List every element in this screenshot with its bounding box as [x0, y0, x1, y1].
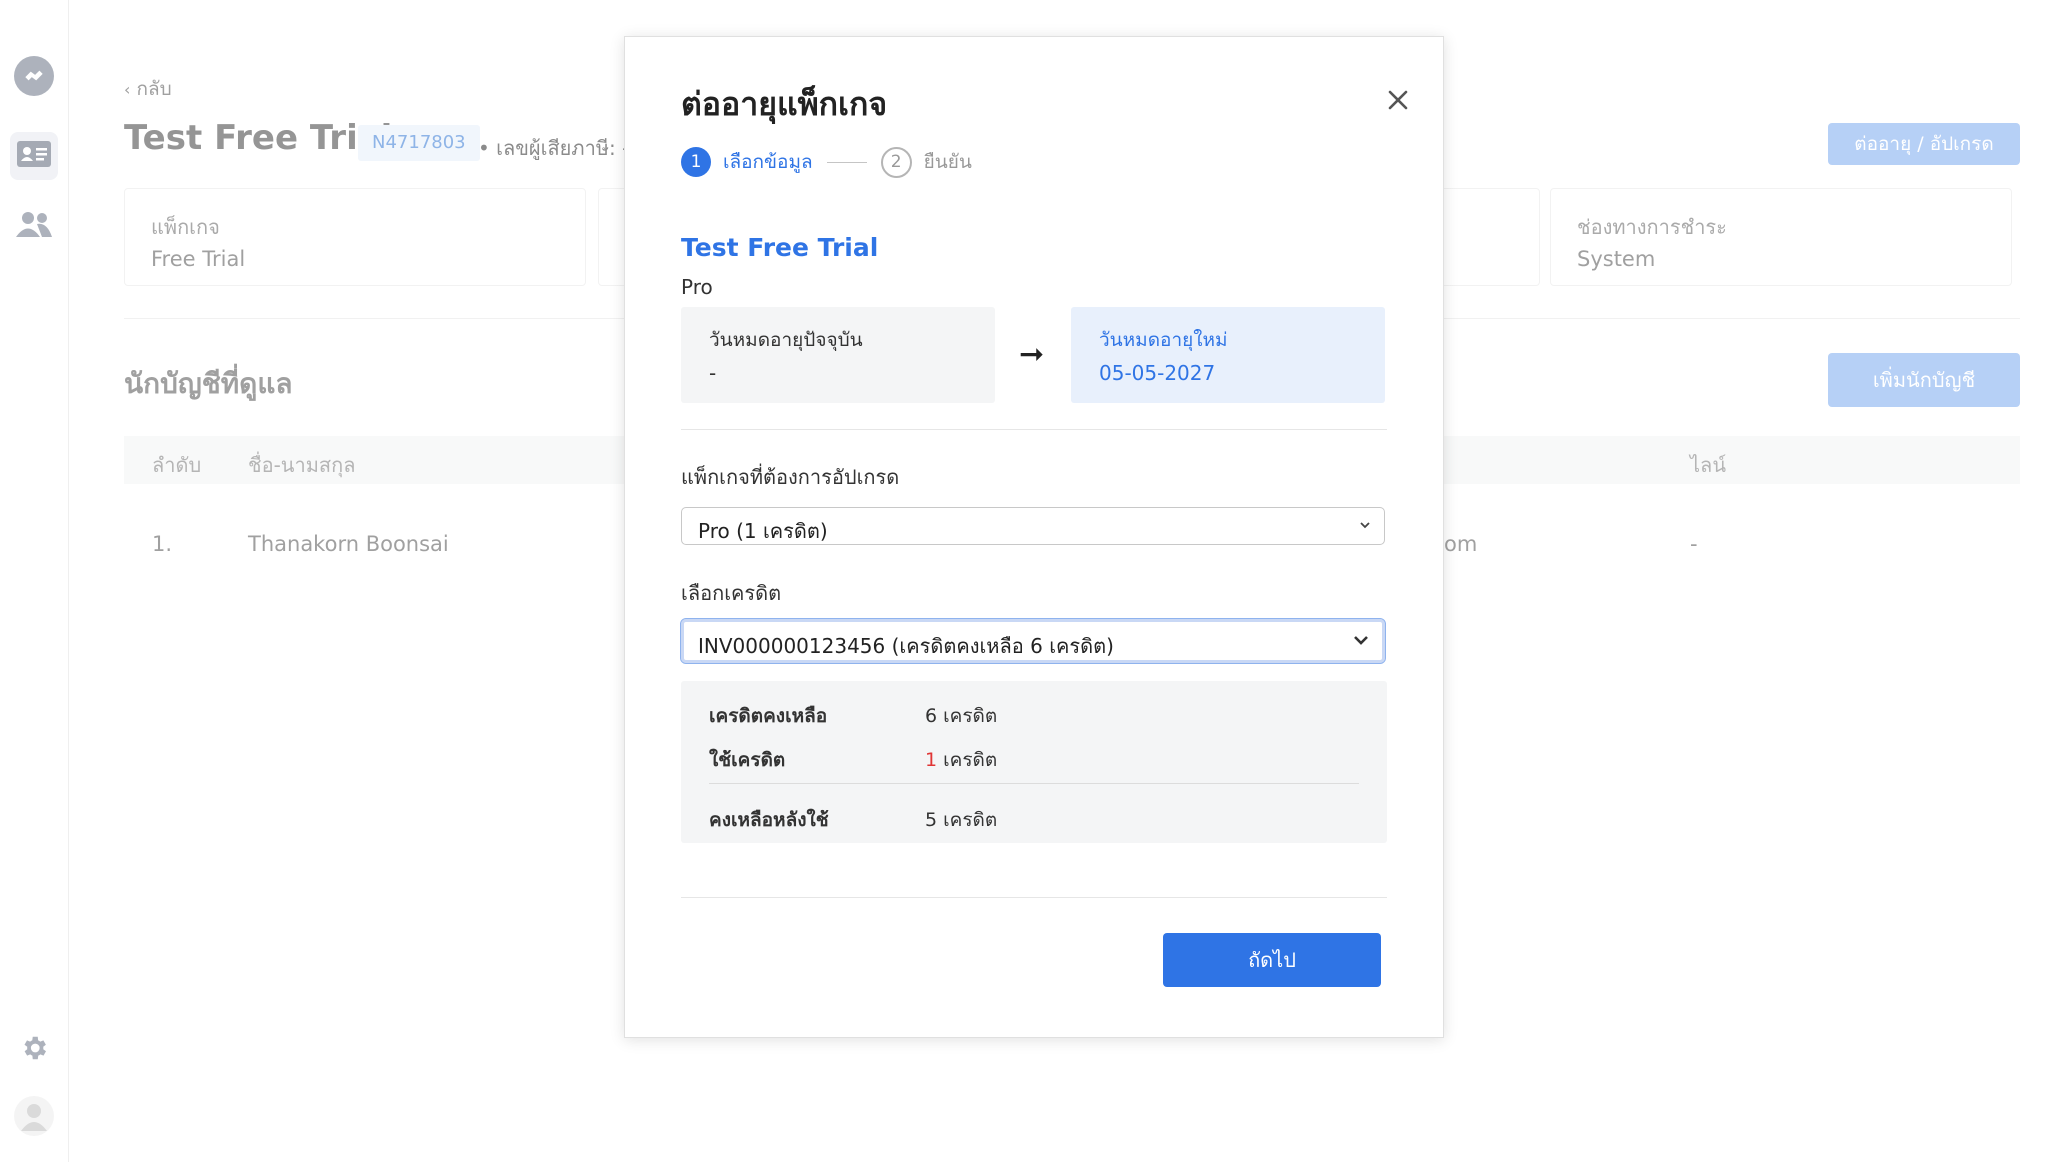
chevron-down-icon: [1352, 631, 1370, 653]
step-2-number: 2: [880, 146, 912, 178]
remaining-credit-value: 6 เครดิต: [925, 705, 998, 727]
step-connector: [826, 161, 867, 163]
credit-summary-panel: เครดิตคงเหลือ 6 เครดิต ใช้เครดิต 1 เครดิ…: [681, 681, 1387, 843]
after-use-value: 5 เครดิต: [925, 809, 998, 831]
use-credit-number: 1: [925, 749, 938, 771]
upgrade-package-label: แพ็กเกจที่ต้องการอัปเกรด: [681, 465, 900, 489]
stepper: 1 เลือกข้อมูล 2 ยืนยัน: [681, 145, 972, 179]
use-credit-unit: เครดิต: [943, 749, 998, 771]
new-expiry-box: วันหมดอายุใหม่ 05-05-2027: [1071, 307, 1385, 403]
step-1-number: 1: [681, 147, 711, 177]
current-expiry-box: วันหมดอายุปัจจุบัน -: [681, 307, 995, 403]
package-name: Test Free Trial: [681, 233, 879, 262]
upgrade-package-value: Pro (1 เครดิต): [698, 519, 828, 543]
current-expiry-label: วันหมดอายุปัจจุบัน: [709, 329, 863, 351]
new-expiry-label: วันหมดอายุใหม่: [1099, 329, 1228, 351]
use-credit-label: ใช้เครดิต: [709, 749, 786, 771]
package-tier: Pro: [681, 275, 713, 299]
modal-footer-divider: [681, 897, 1387, 898]
modal-divider: [681, 429, 1387, 430]
modal-title: ต่ออายุแพ็กเกจ: [681, 85, 888, 123]
renew-package-modal: ต่ออายุแพ็กเกจ 1 เลือกข้อมูล 2 ยืนยัน Te…: [624, 36, 1444, 1038]
credit-summary-divider: [709, 783, 1359, 784]
arrow-right-icon: ➞: [1019, 337, 1045, 372]
credit-select-value: INV000000123456 (เครดิตคงเหลือ 6 เครดิต): [698, 634, 1114, 658]
close-icon: [1387, 89, 1409, 115]
chevron-down-icon: [1358, 514, 1372, 540]
remaining-credit-label: เครดิตคงเหลือ: [709, 705, 828, 727]
upgrade-package-select[interactable]: Pro (1 เครดิต): [681, 507, 1385, 545]
step-2-label: ยืนยัน: [923, 151, 972, 173]
current-expiry-value: -: [709, 361, 717, 385]
step-1-label: เลือกข้อมูล: [723, 151, 813, 173]
use-credit-value: 1 เครดิต: [925, 745, 997, 775]
credit-select[interactable]: INV000000123456 (เครดิตคงเหลือ 6 เครดิต): [680, 618, 1386, 664]
close-button[interactable]: [1381, 85, 1415, 119]
new-expiry-value: 05-05-2027: [1099, 361, 1216, 385]
after-use-label: คงเหลือหลังใช้: [709, 809, 829, 831]
select-credit-label: เลือกเครดิต: [681, 581, 782, 605]
next-button[interactable]: ถัดไป: [1163, 933, 1381, 987]
